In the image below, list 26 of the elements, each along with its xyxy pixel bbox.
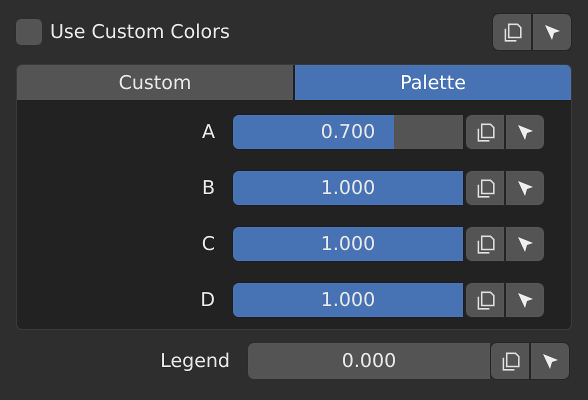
tab[interactable]: Palette	[295, 65, 571, 100]
value-slider[interactable]: 0.700	[233, 115, 463, 149]
number-field[interactable]: 0.000	[248, 343, 490, 379]
cursor-icon[interactable]	[506, 283, 544, 317]
field-label: C	[200, 233, 216, 255]
cursor-icon[interactable]	[506, 115, 544, 149]
cursor-icon[interactable]	[533, 14, 571, 50]
field-label: B	[200, 177, 216, 199]
value-slider[interactable]: 1.000	[233, 227, 463, 261]
copy-icon[interactable]	[466, 283, 504, 317]
cursor-icon[interactable]	[531, 343, 569, 379]
copy-icon[interactable]	[466, 171, 504, 205]
value-slider[interactable]: 1.000	[233, 171, 463, 205]
tab[interactable]: Custom	[17, 65, 293, 100]
field-label: A	[201, 121, 216, 143]
cursor-icon[interactable]	[506, 227, 544, 261]
field-label: D	[199, 289, 216, 311]
copy-icon[interactable]	[491, 343, 529, 379]
checkbox-label: Use Custom Colors	[50, 21, 230, 43]
copy-icon[interactable]	[466, 115, 504, 149]
copy-icon[interactable]	[466, 227, 504, 261]
value-slider[interactable]: 1.000	[233, 283, 463, 317]
field-label: Legend	[159, 350, 231, 372]
cursor-icon[interactable]	[506, 171, 544, 205]
checkbox[interactable]	[16, 19, 42, 45]
copy-icon[interactable]	[493, 14, 531, 50]
